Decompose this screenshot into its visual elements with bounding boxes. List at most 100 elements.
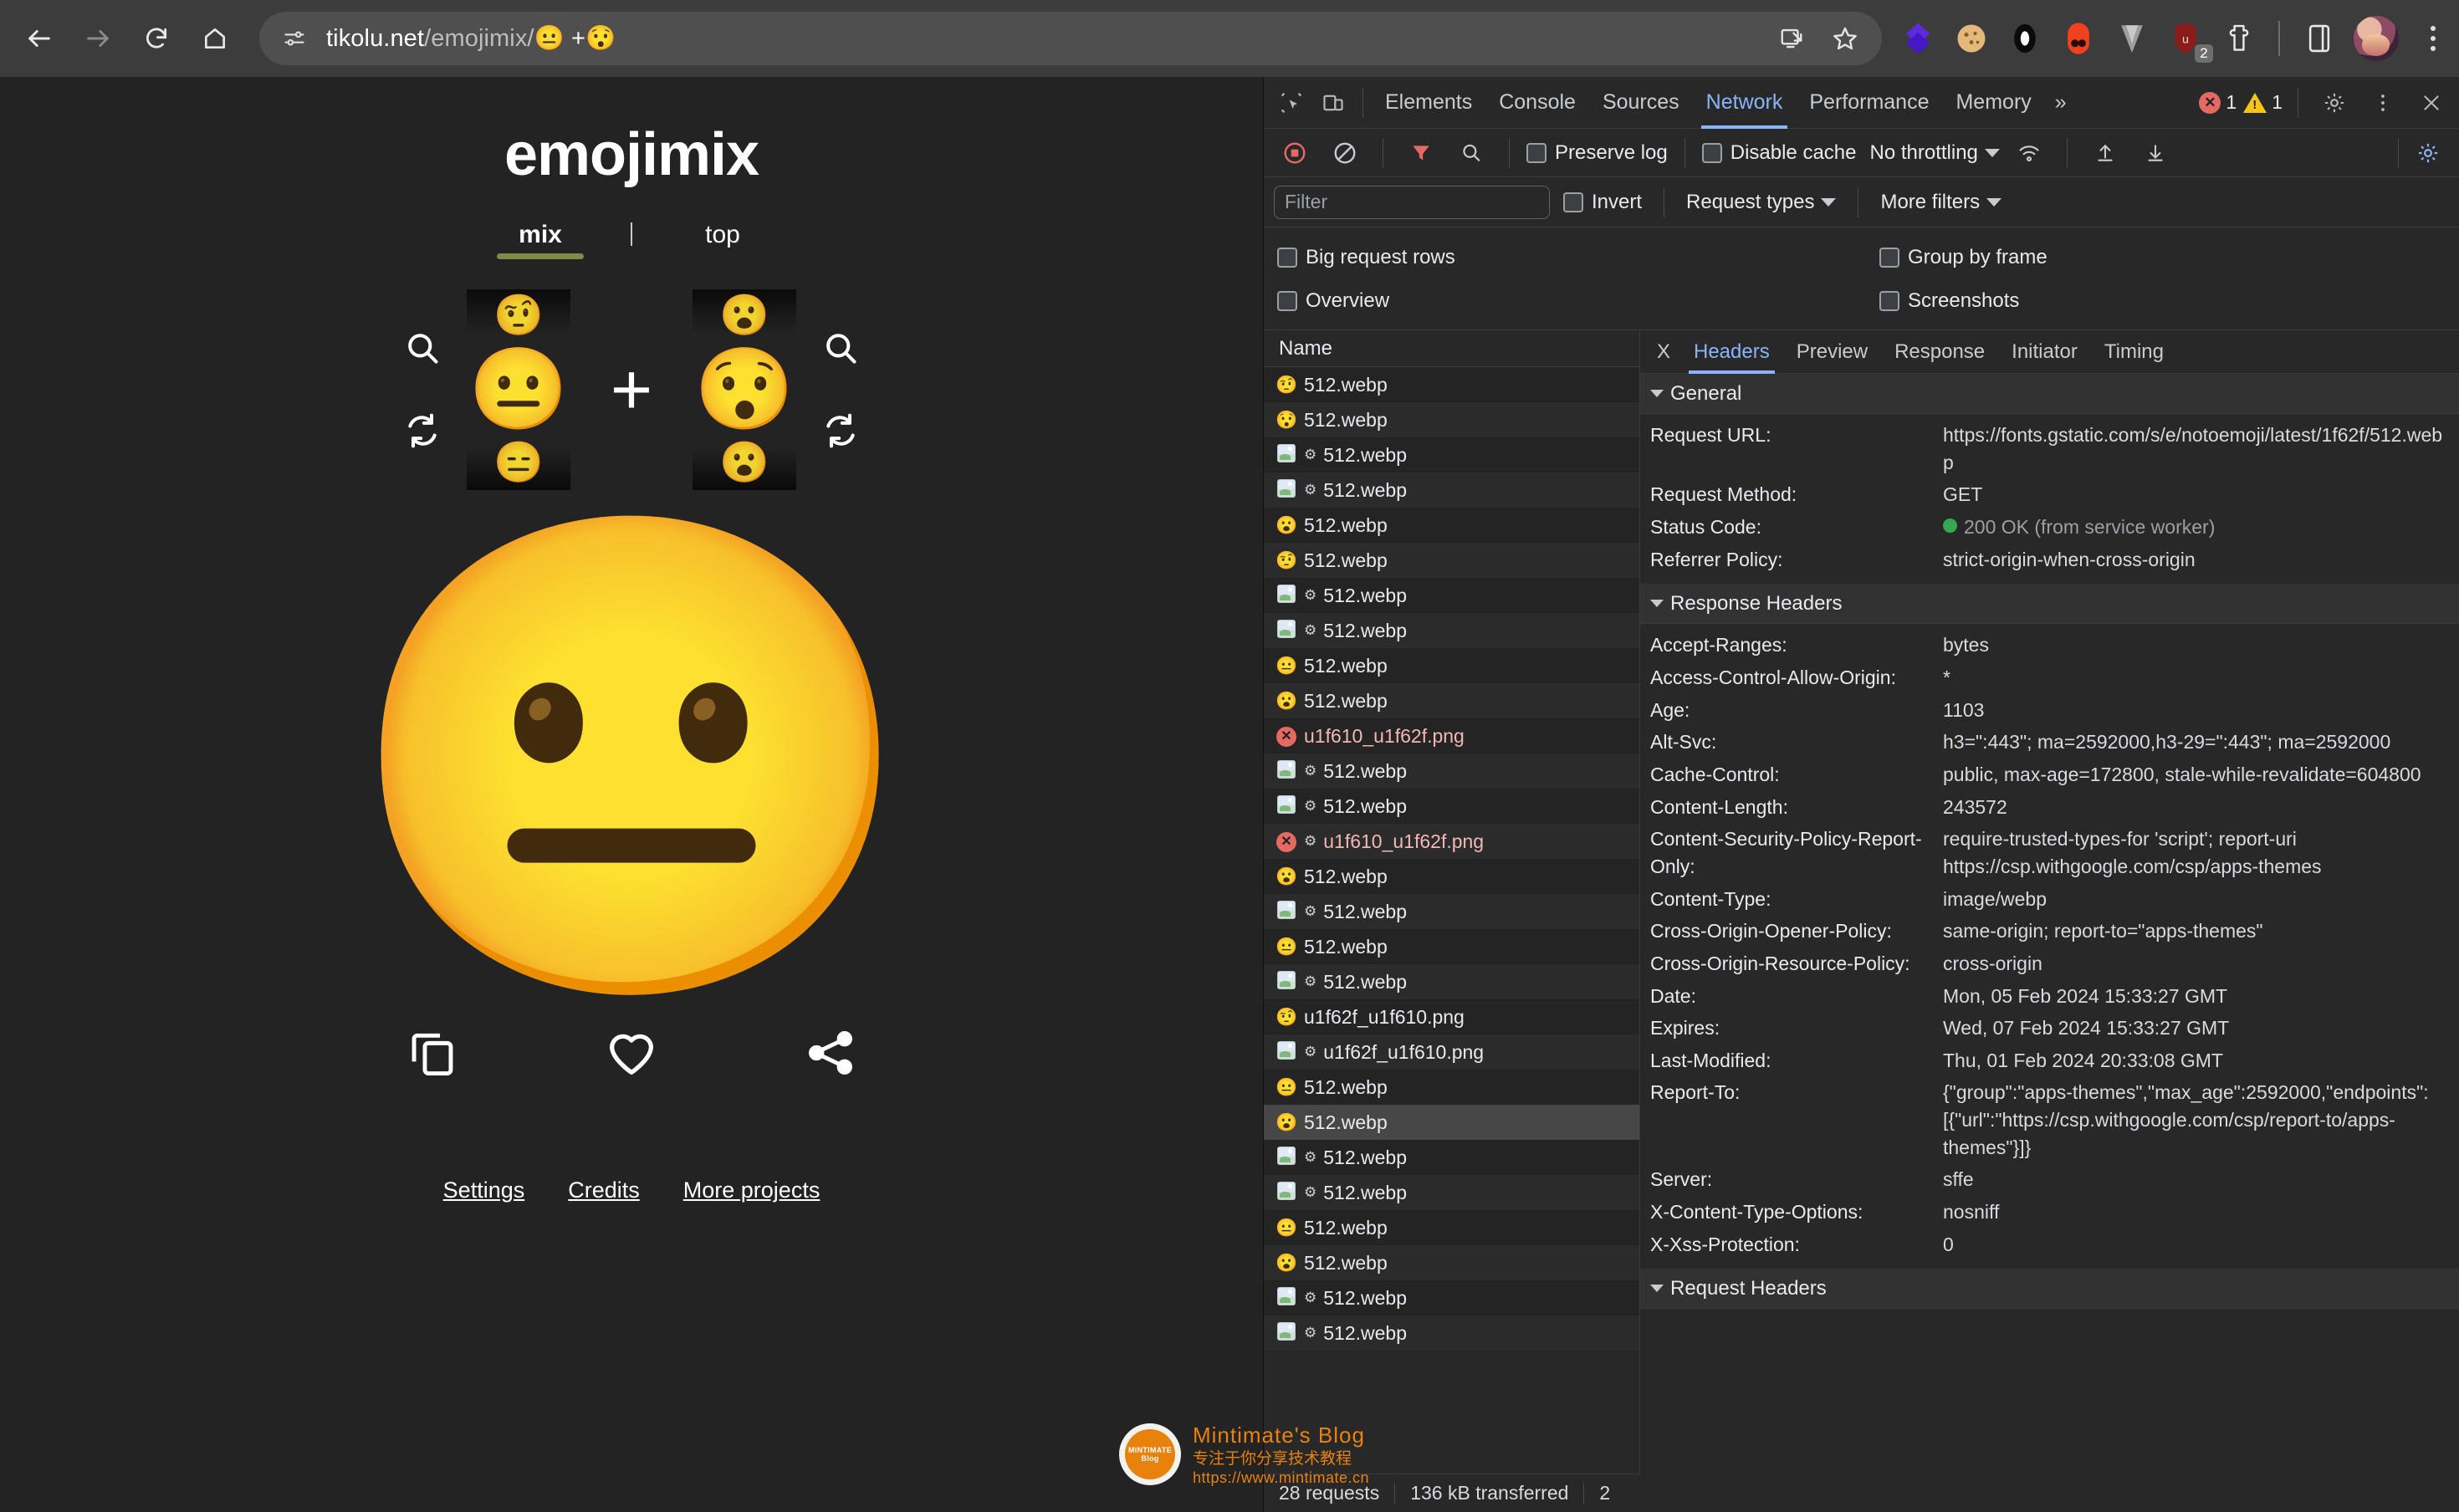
request-row[interactable]: ⚙ 512.webp — [1264, 894, 1639, 929]
filter-icon[interactable] — [1400, 132, 1442, 174]
ring-extension-icon[interactable] — [2006, 19, 2044, 58]
record-stop-icon[interactable] — [1274, 132, 1316, 174]
request-row[interactable]: 😮 512.webp — [1264, 1245, 1639, 1280]
filter-input[interactable]: Filter — [1274, 185, 1550, 219]
tab-initiator[interactable]: Initiator — [1998, 330, 2091, 374]
favorite-button[interactable] — [599, 1020, 664, 1085]
side-panel-icon[interactable] — [2300, 19, 2339, 58]
request-row[interactable]: ⚙ 512.webp — [1264, 613, 1639, 648]
clear-icon[interactable] — [1324, 132, 1366, 174]
request-row[interactable]: 🤨 512.webp — [1264, 543, 1639, 578]
v-extension-icon[interactable] — [2113, 19, 2151, 58]
more-tabs-icon[interactable]: » — [2045, 77, 2077, 129]
device-toolbar-icon[interactable] — [1312, 82, 1354, 124]
request-row[interactable]: 😮 512.webp — [1264, 859, 1639, 894]
request-row[interactable]: 😐 512.webp — [1264, 929, 1639, 964]
right-emoji-column[interactable]: 😮 😯 😮 — [693, 289, 797, 490]
search-icon[interactable] — [1450, 132, 1492, 174]
tab-mix[interactable]: mix — [478, 221, 602, 259]
request-row[interactable]: 😐 512.webp — [1264, 1210, 1639, 1245]
shuffle-icon[interactable] — [400, 408, 445, 453]
back-button[interactable] — [12, 11, 67, 66]
more-options-icon[interactable] — [2362, 82, 2404, 124]
error-count-badge[interactable]: ✕ 1 — [2199, 91, 2237, 114]
request-row[interactable]: ⚙ 512.webp — [1264, 789, 1639, 824]
throttling-dropdown[interactable]: No throttling — [1869, 141, 2000, 165]
big-request-rows-checkbox[interactable]: Big request rows — [1277, 246, 1879, 269]
request-row[interactable]: 😐 512.webp — [1264, 1070, 1639, 1105]
left-emoji-next[interactable]: 😑 — [493, 443, 544, 483]
tab-top[interactable]: top — [661, 221, 785, 259]
request-row[interactable]: ✕ ⚙ u1f610_u1f62f.png — [1264, 824, 1639, 859]
right-emoji-next[interactable]: 😮 — [719, 443, 769, 483]
more-filters-dropdown[interactable]: More filters — [1880, 191, 2002, 214]
request-row[interactable]: ⚙ 512.webp — [1264, 578, 1639, 613]
request-row[interactable]: ⚙ 512.webp — [1264, 753, 1639, 789]
credits-link[interactable]: Credits — [568, 1177, 640, 1203]
settings-gear-icon[interactable] — [2313, 82, 2355, 124]
request-row[interactable]: 😐 512.webp — [1264, 648, 1639, 683]
tab-response[interactable]: Response — [1881, 330, 1998, 374]
close-detail-icon[interactable]: X — [1647, 340, 1680, 364]
tab-performance[interactable]: Performance — [1796, 77, 1942, 129]
close-devtools-icon[interactable] — [2410, 82, 2452, 124]
general-section-header[interactable]: General — [1640, 374, 2459, 414]
detail-scroll[interactable]: General Request URL: https://fonts.gstati… — [1640, 374, 2459, 1512]
warning-count-badge[interactable]: 1 — [2243, 91, 2283, 114]
request-row[interactable]: ⚙ u1f62f_u1f610.png — [1264, 1034, 1639, 1070]
request-row[interactable]: 😮 512.webp — [1264, 1105, 1639, 1140]
address-bar[interactable]: tikolu.net/emojimix/😐 +😯 — [259, 12, 1882, 65]
request-list[interactable]: 🤨 512.webp 😯 512.webp ⚙ 512.webp ⚙ 512.webp 😮 512… — [1264, 367, 1639, 1512]
chrome-menu-icon[interactable] — [2414, 15, 2452, 62]
request-row[interactable]: 🤨 512.webp — [1264, 367, 1639, 402]
left-emoji-column[interactable]: 🤨 😐 😑 — [466, 289, 570, 490]
export-har-icon[interactable] — [2134, 132, 2176, 174]
url-text[interactable]: tikolu.net/emojimix/😐 +😯 — [326, 24, 616, 53]
share-button[interactable] — [798, 1020, 863, 1085]
left-emoji-current[interactable]: 😐 — [468, 350, 569, 430]
home-button[interactable] — [187, 11, 243, 66]
bookmark-star-icon[interactable] — [1823, 17, 1867, 60]
search-icon[interactable] — [818, 326, 863, 371]
right-emoji-current[interactable]: 😯 — [694, 350, 795, 430]
puzzle-extensions-icon[interactable] — [2220, 19, 2258, 58]
request-row[interactable]: 🤨 u1f62f_u1f610.png — [1264, 999, 1639, 1034]
overview-checkbox[interactable]: Overview — [1277, 289, 1879, 313]
diamond-extension-icon[interactable] — [1899, 19, 1937, 58]
group-by-frame-checkbox[interactable]: Group by frame — [1879, 246, 2047, 269]
site-information-icon[interactable] — [274, 18, 314, 59]
tab-network[interactable]: Network — [1693, 77, 1797, 129]
forward-button[interactable] — [70, 11, 125, 66]
disable-cache-checkbox[interactable]: Disable cache — [1701, 141, 1856, 165]
search-icon[interactable] — [400, 326, 445, 371]
screenshots-checkbox[interactable]: Screenshots — [1879, 289, 2019, 313]
invert-checkbox[interactable]: Invert — [1563, 191, 1642, 214]
request-row[interactable]: 😯 512.webp — [1264, 402, 1639, 437]
profile-avatar[interactable] — [2354, 16, 2399, 61]
request-row[interactable]: 😮 512.webp — [1264, 683, 1639, 718]
request-row[interactable]: 😮 512.webp — [1264, 508, 1639, 543]
tab-preview[interactable]: Preview — [1783, 330, 1881, 374]
network-conditions-icon[interactable] — [2008, 132, 2050, 174]
tab-memory[interactable]: Memory — [1942, 77, 2044, 129]
request-row[interactable]: ⚙ 512.webp — [1264, 1280, 1639, 1315]
request-types-dropdown[interactable]: Request types — [1686, 191, 1837, 214]
request-row[interactable]: ⚙ 512.webp — [1264, 1175, 1639, 1210]
install-app-icon[interactable] — [1770, 17, 1813, 60]
network-settings-icon[interactable] — [2407, 132, 2449, 174]
tab-elements[interactable]: Elements — [1372, 77, 1485, 129]
tab-console[interactable]: Console — [1485, 77, 1589, 129]
settings-link[interactable]: Settings — [443, 1177, 525, 1203]
copy-button[interactable] — [400, 1020, 465, 1085]
result-emoji[interactable]: 😐 — [340, 524, 923, 992]
response-headers-section-header[interactable]: Response Headers — [1640, 584, 2459, 625]
inspect-element-icon[interactable] — [1270, 82, 1312, 124]
more-projects-link[interactable]: More projects — [683, 1177, 821, 1203]
request-row[interactable]: ⚙ 512.webp — [1264, 437, 1639, 472]
request-row[interactable]: ⚙ 512.webp — [1264, 1315, 1639, 1351]
tab-headers[interactable]: Headers — [1680, 330, 1783, 374]
right-emoji-prev[interactable]: 😮 — [719, 296, 769, 336]
request-headers-section-header[interactable]: Request Headers — [1640, 1269, 2459, 1310]
reload-button[interactable] — [129, 11, 184, 66]
shuffle-icon[interactable] — [818, 408, 863, 453]
